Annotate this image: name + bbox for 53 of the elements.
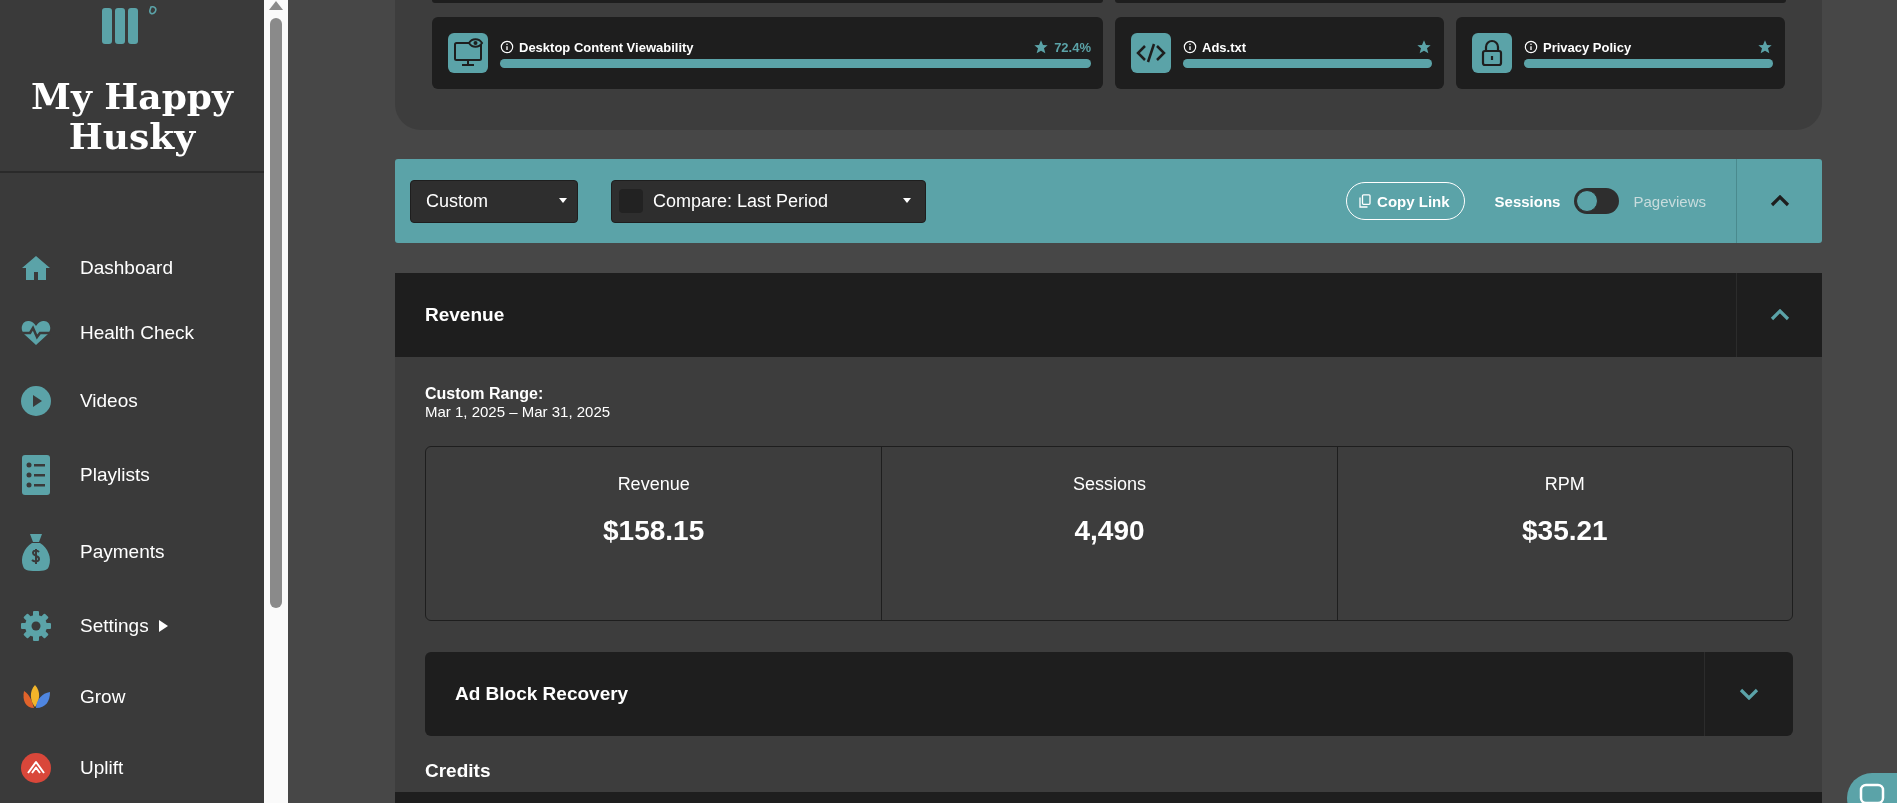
section-title: Ad Block Recovery [455,683,630,705]
uplift-icon [20,751,52,784]
metric-value: 4,490 [1074,515,1145,547]
card-title: Privacy Policy [1543,39,1633,55]
nav-item[interactable]: Settings [0,590,264,661]
nav-item[interactable]: Payments [0,513,264,590]
date-range: Mar 1, 2025 – Mar 31, 2025 [425,403,612,421]
info-icon [1183,40,1197,54]
scrollbar-thumb[interactable] [270,18,282,608]
star-icon [1033,39,1050,55]
metric-label: Revenue [617,474,690,495]
toggle-label: Pageviews [1633,192,1706,210]
copy-icon [1359,194,1372,208]
chevron-down-icon [1739,688,1759,700]
section-title: Revenue [425,304,506,326]
section-title: Credits [425,760,492,782]
chevron-up-icon [1769,195,1790,207]
nav-item[interactable]: Dashboard [0,235,264,300]
metric-label: Sessions [1072,474,1146,495]
range-dropdown[interactable]: Custom [410,179,578,223]
nav-item[interactable]: Uplift [0,732,264,803]
monitor-eye-icon [448,33,488,73]
metric-value: $35.21 [1522,515,1608,547]
chevron-up-icon [1769,309,1790,321]
nav-item[interactable]: Playlists [0,436,264,513]
caret-down-icon [903,198,911,204]
nav-item[interactable]: Videos [0,365,264,436]
metric-value: $158.15 [603,515,705,547]
metric-label: RPM [1544,474,1585,495]
gear-icon [20,609,52,642]
brand-name: My Happy Husky [30,76,235,156]
star-icon [1416,39,1432,55]
nav-item[interactable]: Grow [0,661,264,732]
info-icon [500,40,514,54]
lock-icon [1472,33,1512,73]
toggle-switch[interactable] [1574,188,1620,214]
nav-item[interactable]: Health Check [0,300,264,365]
scroll-up-icon[interactable] [269,0,283,10]
caret-down-icon [559,198,567,204]
checklist-icon [20,454,52,495]
score: 72.4% [1054,39,1091,55]
code-icon [1131,33,1171,73]
card-title: Desktop Content Viewability [519,39,695,55]
star-icon [1757,39,1773,55]
toggle-label: Sessions [1494,192,1561,210]
money-bag-icon [20,531,52,572]
range-label: Custom Range: [425,385,545,403]
info-icon [1524,40,1538,54]
card-title: Ads.txt [1202,39,1248,55]
caret-right-icon [158,619,168,632]
play-icon [20,384,52,417]
chat-icon [1859,783,1885,803]
compare-dropdown[interactable]: Compare: Last Period [611,179,926,223]
